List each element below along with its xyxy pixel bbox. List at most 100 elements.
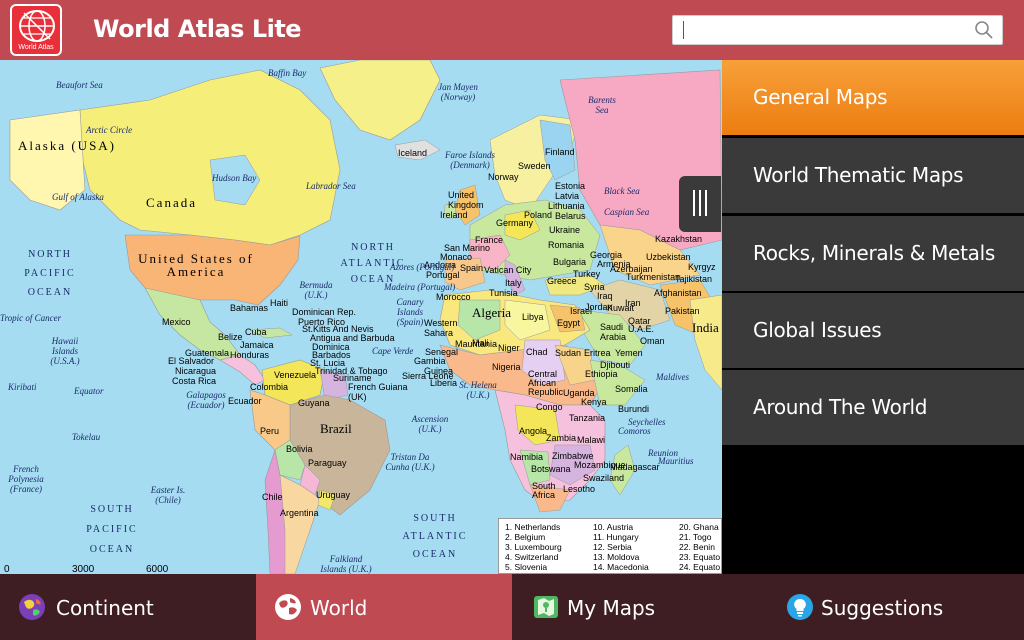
map-label: Chile [262,492,283,502]
map-label: Bulgaria [553,257,587,267]
map-label: Sudan [555,348,582,358]
tab-label: Continent [56,596,154,620]
map-label: Kazakhstan [655,234,703,244]
map-label: Latvia [555,191,580,201]
map-label: Ukraine [549,225,581,235]
app-logo[interactable]: World Atlas [10,4,62,56]
map-label: Namibia [510,452,544,462]
map-label: Turkmenistan [626,272,681,282]
world-map[interactable]: Beaufort Sea Baffin Bay Arctic Circle Al… [0,60,722,574]
map-label: Norway [488,172,519,182]
legend-entry: 11. Hungary [593,532,639,542]
map-label: Tunisia [489,288,518,298]
side-menu: General Maps World Thematic Maps Rocks, … [722,60,1024,574]
map-label: Hudson Bay [212,173,257,183]
map-label: Ecuador [228,396,262,406]
map-label: Djibouti [600,360,631,370]
map-label: Galapagos (Ecuador) [186,390,226,410]
legend-entry: 13. Moldova [593,552,640,562]
tab-label: Suggestions [821,596,944,620]
map-label: Uzbekistan [646,252,691,262]
map-label: Iceland [398,148,428,158]
map-label: Alaska (USA) [18,138,117,153]
map-label: Yemen [615,348,643,358]
legend-entry: 4. Switzerland [505,552,559,562]
bottom-tab-bar: Continent World My Maps Suggestions [0,574,1024,640]
menu-item-around-the-world[interactable]: Around The World [722,370,1024,445]
tab-suggestions[interactable]: Suggestions [768,574,1024,640]
map-label: Maldives [656,372,689,382]
search-input[interactable] [673,16,963,44]
map-label: Burundi [618,404,650,414]
map-label: Argentina [280,508,319,518]
map-label: Ireland [440,210,468,220]
map-label: Lithuania [548,201,585,211]
map-label: Equator [74,386,104,396]
my-maps-icon [534,596,558,618]
map-label: India [692,320,719,335]
menu-item-general-maps[interactable]: General Maps [722,60,1024,135]
map-label: Madeira (Portugal) [384,282,456,292]
menu-item-world-thematic-maps[interactable]: World Thematic Maps [722,138,1024,213]
map-label: Somalia [615,384,648,394]
map-label: Mali [472,338,489,348]
tab-continent[interactable]: Continent [0,574,256,640]
menu-item-rocks-minerals-metals[interactable]: Rocks, Minerals & Metals [722,216,1024,291]
lightbulb-icon [787,594,813,620]
map-label: Kyrgyz [688,262,716,272]
map-label: Romania [548,240,585,250]
map-label: Malawi [577,435,606,445]
legend-entry: 24. Equato [679,562,721,572]
legend-entry: 2. Belgium [505,532,546,542]
map-label: Caspian Sea [604,207,650,217]
map-label: Paraguay [308,458,347,468]
legend-entry: 20. Ghana [679,522,719,532]
map-label: Angola [519,426,548,436]
menu-item-global-issues[interactable]: Global Issues [722,293,1024,368]
map-label: Venezuela [274,370,317,380]
map-label: Chad [526,347,548,357]
map-label: Ascension (U.K.) [411,414,449,434]
map-label: Reunion [648,448,678,458]
map-label: Black Sea [604,186,640,196]
map-label: Gulf of Alaska [52,192,104,202]
map-label: Saudi Arabia [600,322,627,342]
map-label: Tajikistan [675,274,713,284]
map-label: St. Helena (U.K.) [459,380,497,400]
map-label: Mexico [162,317,191,327]
map-label: Tokelau [72,432,101,442]
map-label: SOUTH ATLANTIC OCEAN [402,513,468,560]
map-label: Canary Islands (Spain) [396,297,424,327]
map-label: Uruguay [316,490,351,500]
map-label: Swaziland [583,473,625,483]
map-label: Colombia [250,382,289,392]
map-label: Barents Sea [588,95,616,115]
map-label: Labrador Sea [306,181,356,191]
map-label: Ethiopia [585,369,618,379]
map-label: Poland [524,210,553,220]
tab-world[interactable]: World [256,574,512,640]
map-label: NORTH PACIFIC OCEAN [24,249,76,298]
map-label: Haiti [270,298,289,308]
map-label: Pakistan [665,306,700,316]
handle-grip-line [705,190,707,216]
continent-globe-icon [19,594,45,620]
map-label: Belize [218,332,243,342]
map-label: Italy [505,278,522,288]
map-label: Sweden [518,161,551,171]
search-box[interactable] [672,15,1003,45]
drawer-handle[interactable] [679,176,721,232]
search-icon[interactable] [974,20,994,40]
map-label: Azores (Portugal) [390,262,455,272]
scale-tick-label: 3000 [72,564,95,574]
map-label: Falkland Islands (U.K.) [320,554,372,574]
map-label: Kuwait [607,303,635,313]
tab-label: World [310,596,368,620]
map-label: El Salvador [168,356,215,366]
handle-grip-line [699,190,701,216]
tab-my-maps[interactable]: My Maps [512,574,768,640]
map-label: French Guiana (UK) [348,382,408,402]
map-label: Finland [545,147,575,157]
map-label: Tristan Da Cunha (U.K.) [385,452,435,472]
map-label: Botswana [531,464,571,474]
